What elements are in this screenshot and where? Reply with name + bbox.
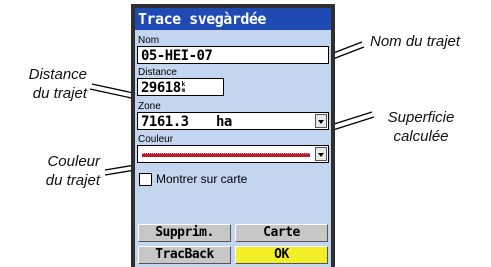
show-on-map-checkbox[interactable] bbox=[139, 173, 152, 186]
zone-value: 7161.3 bbox=[141, 114, 189, 130]
color-dropdown[interactable] bbox=[137, 145, 329, 163]
name-value: 05-HEI-07 bbox=[141, 48, 213, 64]
color-dropdown-arrow-icon[interactable] bbox=[315, 147, 327, 161]
zone-dropdown-arrow-icon[interactable] bbox=[315, 114, 327, 128]
zone-dropdown[interactable]: 7161.3 ha bbox=[137, 112, 329, 130]
distance-unit-bottom: m bbox=[181, 87, 186, 94]
annotation-color: Couleur du trajet bbox=[22, 152, 100, 190]
color-label: Couleur bbox=[138, 134, 174, 145]
zone-unit: ha bbox=[216, 114, 232, 130]
tracback-button[interactable]: TracBack bbox=[138, 246, 231, 264]
delete-button[interactable]: Supprim. bbox=[138, 224, 231, 242]
distance-unit: km bbox=[181, 82, 186, 94]
ok-button[interactable]: OK bbox=[235, 246, 328, 264]
name-field[interactable]: 05-HEI-07 bbox=[137, 46, 329, 64]
annotation-distance-line1: Distance bbox=[28, 66, 87, 83]
window-title: Trace svegàrdée bbox=[135, 8, 331, 30]
distance-label: Distance bbox=[138, 67, 177, 78]
annotation-distance: Distance du trajet bbox=[7, 65, 87, 103]
annotation-name: Nom du trajet bbox=[370, 33, 461, 50]
annotation-distance-line2: du trajet bbox=[32, 85, 87, 102]
annotation-area-line2: calculée bbox=[393, 128, 449, 145]
show-on-map-label: Montrer sur carte bbox=[156, 172, 248, 186]
annotation-area-line1: Superficie bbox=[387, 109, 455, 126]
map-button[interactable]: Carte bbox=[235, 224, 328, 242]
distance-value: 29618 bbox=[141, 80, 181, 96]
color-swatch-line bbox=[142, 153, 310, 157]
annotation-color-line1: Couleur bbox=[47, 153, 100, 170]
annotation-color-line2: du trajet bbox=[45, 172, 100, 189]
zone-label: Zone bbox=[138, 101, 161, 112]
device-frame: Trace svegàrdée Nom 05-HEI-07 Distance 2… bbox=[131, 4, 335, 267]
device-screen: Trace svegàrdée Nom 05-HEI-07 Distance 2… bbox=[135, 8, 331, 267]
distance-field: 29618k m bbox=[137, 78, 224, 96]
name-label: Nom bbox=[138, 35, 160, 46]
annotation-area: Superficie calculée bbox=[376, 108, 466, 146]
